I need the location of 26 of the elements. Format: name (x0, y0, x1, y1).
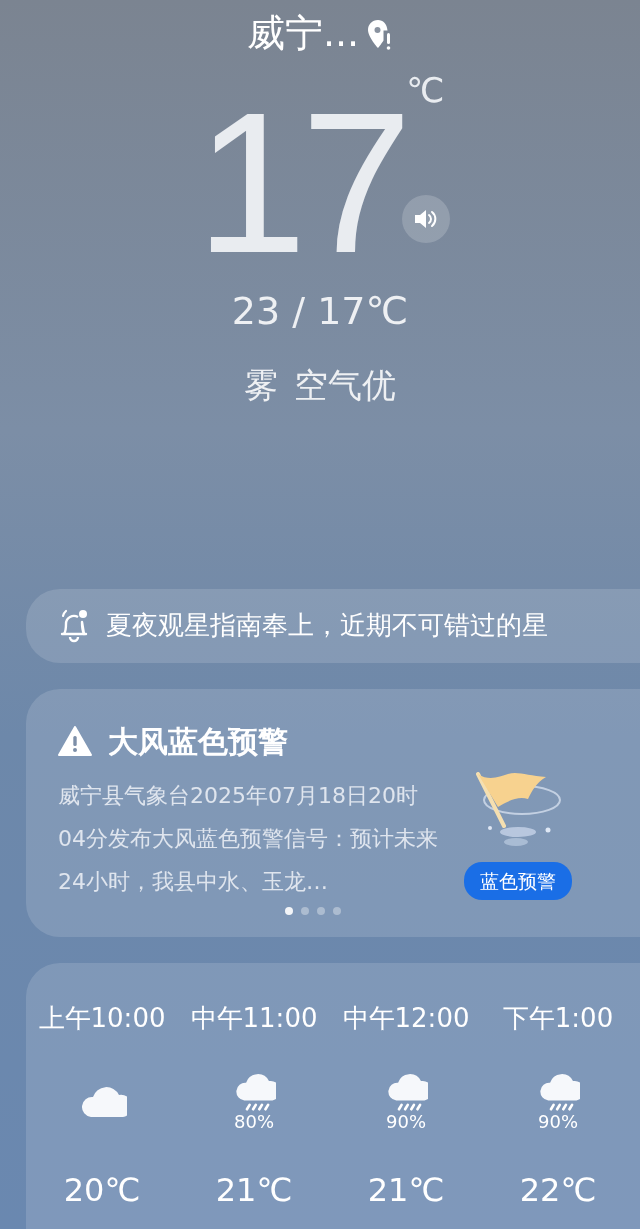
city-name[interactable]: 威宁... (246, 14, 360, 53)
precipitation-chance: 90% (386, 1112, 426, 1131)
alert-description: 威宁县气象台2025年07月18日20时04分发布大风蓝色预警信号：预计未来24小时，我县中水、玉龙… (58, 781, 439, 896)
precipitation-chance: 90% (538, 1112, 578, 1131)
notice-banner[interactable]: 夏夜观星指南奉上，近期不可错过的星 (26, 588, 640, 663)
current-temperature: 17 (195, 82, 407, 283)
weather-condition: 雾 (244, 363, 278, 407)
hour-time: 中午12:00 (342, 1001, 470, 1035)
temperature-range: 23 / 17℃ (231, 288, 409, 333)
hour-time: 中午11:00 (190, 1001, 318, 1035)
precipitation-chance: 80% (234, 1112, 274, 1131)
hour-temperature: 20℃ (63, 1169, 141, 1211)
speaker-button[interactable] (402, 194, 450, 243)
hour-time: 下午1:00 (502, 1001, 614, 1035)
warning-icon (58, 726, 92, 756)
air-quality: 空气优 (294, 363, 396, 407)
bell-icon (58, 608, 90, 643)
alert-card[interactable]: 大风蓝色预警 威宁县气象台2025年07月18日20时04分发布大风蓝色预警信号：预计未来24小时，我县中水、玉龙… 蓝色预警 (26, 688, 640, 937)
notice-text: 夏夜观星指南奉上，近期不可错过的星 (106, 609, 548, 642)
hour-temperature: 22℃ (519, 1169, 597, 1211)
alert-title: 大风蓝色预警 (108, 722, 288, 761)
hour-time: 上午10:00 (38, 1001, 166, 1035)
temperature-unit: ℃ (406, 68, 445, 112)
alert-level-badge[interactable]: 蓝色预警 (464, 861, 572, 900)
hour-temperature: 21℃ (367, 1169, 445, 1211)
hour-temperature: 21℃ (215, 1169, 293, 1211)
